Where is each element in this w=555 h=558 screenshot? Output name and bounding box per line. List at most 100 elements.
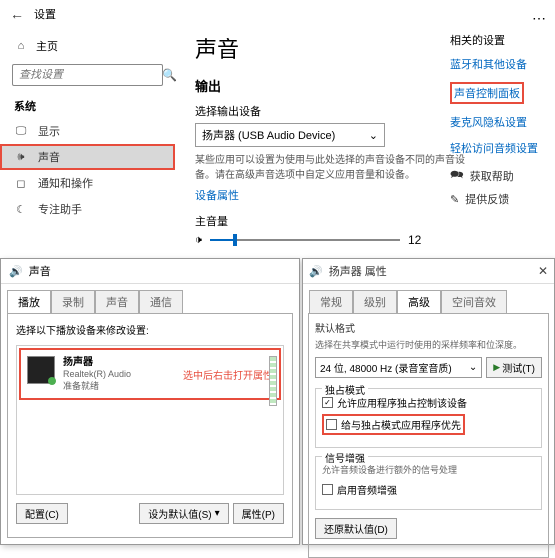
properties-button[interactable]: 属性(P) <box>233 503 284 524</box>
sound-icon: 🕪 <box>14 151 28 164</box>
home-label: 主页 <box>36 38 58 54</box>
device-driver: Realtek(R) Audio <box>63 369 131 381</box>
tab-playback[interactable]: 播放 <box>7 290 51 313</box>
tab-advanced[interactable]: 高级 <box>397 290 441 313</box>
playback-device-item[interactable]: 扬声器 Realtek(R) Audio 准备就绪 选中后右击打开属性 <box>19 348 281 400</box>
nav-notifications[interactable]: ◻ 通知和操作 <box>0 170 175 196</box>
sound-dialog-titlebar: 🔊 声音 <box>1 259 299 284</box>
search-box[interactable]: 🔍 <box>12 64 163 86</box>
exclusive-control-row[interactable]: 允许应用程序独占控制该设备 <box>322 395 535 410</box>
related-heading: 相关的设置 <box>450 32 545 48</box>
default-format-desc: 选择在共享模式中运行时使用的采样频率和位深度。 <box>315 338 542 351</box>
home-icon: ⌂ <box>14 40 28 52</box>
sidebar-home[interactable]: ⌂ 主页 <box>0 34 175 58</box>
tab-general[interactable]: 常规 <box>309 290 353 313</box>
annotation-note: 选中后右击打开属性 <box>183 367 273 382</box>
link-easy-access[interactable]: 轻松访问音频设置 <box>450 140 545 156</box>
tab-communications[interactable]: 通信 <box>139 290 183 313</box>
volume-value: 12 <box>408 233 421 247</box>
tab-sounds[interactable]: 声音 <box>95 290 139 313</box>
related-panel: 相关的设置 蓝牙和其他设备 声音控制面板 麦克风隐私设置 轻松访问音频设置 🗪 … <box>450 32 545 207</box>
sidebar: ⌂ 主页 🔍 系统 🖵 显示 🕪 声音 ◻ 通知和操作 ☾ 专注 <box>0 28 175 247</box>
get-help-label: 获取帮助 <box>470 168 514 184</box>
volume-heading: 主音量 <box>195 213 545 229</box>
restore-defaults-button[interactable]: 还原默认值(D) <box>315 518 397 539</box>
get-help-row[interactable]: 🗪 获取帮助 <box>450 166 545 185</box>
category-label: 系统 <box>0 94 175 118</box>
exclusive-control-label: 允许应用程序独占控制该设备 <box>337 395 467 410</box>
audio-enhance-label: 启用音频增强 <box>337 482 397 497</box>
sound-dialog: 🔊 声音 播放 录制 声音 通信 选择以下播放设备来修改设置: 扬声器 Real… <box>0 258 300 545</box>
exclusive-mode-group: 独占模式 允许应用程序独占控制该设备 给与独占模式应用程序优先 <box>315 388 542 448</box>
nav-focus-label: 专注助手 <box>38 201 82 217</box>
properties-icon: 🔊 <box>309 265 323 278</box>
display-icon: 🖵 <box>14 125 28 138</box>
link-mic-privacy[interactable]: 麦克风隐私设置 <box>450 114 545 130</box>
format-select[interactable]: 24 位, 48000 Hz (录音室音质) ⌄ <box>315 357 482 378</box>
tab-levels[interactable]: 级别 <box>353 290 397 313</box>
nav-sound-label: 声音 <box>38 149 60 165</box>
playback-device-list: 扬声器 Realtek(R) Audio 准备就绪 选中后右击打开属性 <box>16 345 284 495</box>
playback-instruction: 选择以下播放设备来修改设置: <box>16 322 284 337</box>
device-status: 准备就绪 <box>63 381 131 393</box>
notifications-icon: ◻ <box>14 177 28 190</box>
format-value: 24 位, 48000 Hz (录音室音质) <box>320 360 452 375</box>
play-icon: ▶ <box>493 362 500 373</box>
checkbox-exclusive-control[interactable] <box>322 397 333 408</box>
tab-spatial[interactable]: 空间音效 <box>441 290 507 313</box>
more-icon[interactable]: ⋯ <box>532 10 547 27</box>
configure-button[interactable]: 配置(C) <box>16 503 68 524</box>
volume-row: 🕩 12 <box>195 233 545 247</box>
sound-dialog-title: 声音 <box>29 263 291 279</box>
close-button[interactable]: ✕ <box>538 264 548 278</box>
chevron-down-icon: ⌄ <box>369 129 378 142</box>
sound-dialog-icon: 🔊 <box>9 265 23 278</box>
test-button[interactable]: ▶ 测试(T) <box>486 357 542 378</box>
focus-icon: ☾ <box>14 203 28 216</box>
nav-focus[interactable]: ☾ 专注助手 <box>0 196 175 222</box>
volume-thumb[interactable] <box>233 234 237 246</box>
header-title: 设置 <box>34 6 56 22</box>
set-default-button[interactable]: 设为默认值(S)▾ <box>139 503 228 524</box>
speaker-device-icon <box>27 356 55 384</box>
settings-window: ← 设置 ⋯ ⌂ 主页 🔍 系统 🖵 显示 🕪 声音 ◻ <box>0 0 555 258</box>
feedback-label: 提供反馈 <box>465 191 509 207</box>
output-description: 某些应用可以设置为使用与此处选择的声音设备不同的声音设备。请在高级声音选项中自定… <box>195 153 475 183</box>
feedback-icon: ✎ <box>450 193 459 206</box>
main-area: 声音 输出 选择输出设备 扬声器 (USB Audio Device) ⌄ 某些… <box>175 28 555 247</box>
sound-dialog-body: 选择以下播放设备来修改设置: 扬声器 Realtek(R) Audio 准备就绪… <box>7 313 293 538</box>
exclusive-priority-row[interactable]: 给与独占模式应用程序优先 <box>322 414 465 435</box>
properties-dialog: 🔊 扬声器 属性 ✕ 常规 级别 高级 空间音效 默认格式 选择在共享模式中运行… <box>302 258 555 545</box>
level-meter <box>269 356 277 406</box>
search-input[interactable] <box>19 69 162 81</box>
output-device-value: 扬声器 (USB Audio Device) <box>202 127 335 143</box>
default-format-label: 默认格式 <box>315 320 542 335</box>
checkbox-exclusive-priority[interactable] <box>326 419 337 430</box>
speaker-icon[interactable]: 🕩 <box>195 234 202 247</box>
nav-sound[interactable]: 🕪 声音 <box>0 144 175 170</box>
exclusive-mode-heading: 独占模式 <box>322 382 368 397</box>
properties-title: 扬声器 属性 <box>329 263 532 279</box>
output-device-select[interactable]: 扬声器 (USB Audio Device) ⌄ <box>195 123 385 147</box>
link-sound-control-panel[interactable]: 声音控制面板 <box>450 82 524 104</box>
chevron-down-icon: ⌄ <box>469 362 477 373</box>
sound-dialog-tabs: 播放 录制 声音 通信 <box>1 284 299 313</box>
properties-tabs: 常规 级别 高级 空间音效 <box>303 284 554 313</box>
nav-display[interactable]: 🖵 显示 <box>0 118 175 144</box>
feedback-row[interactable]: ✎ 提供反馈 <box>450 191 545 207</box>
properties-titlebar: 🔊 扬声器 属性 ✕ <box>303 259 554 284</box>
back-arrow-icon[interactable]: ← <box>10 6 24 22</box>
settings-header: ← 设置 ⋯ <box>0 0 555 28</box>
help-icon: 🗪 <box>450 166 464 185</box>
exclusive-priority-label: 给与独占模式应用程序优先 <box>341 417 461 432</box>
signal-enhance-group: 信号增强 允许音频设备进行额外的信号处理 启用音频增强 <box>315 456 542 510</box>
properties-body: 默认格式 选择在共享模式中运行时使用的采样频率和位深度。 24 位, 48000… <box>308 313 549 558</box>
link-bluetooth[interactable]: 蓝牙和其他设备 <box>450 56 545 72</box>
checkbox-audio-enhance[interactable] <box>322 484 333 495</box>
signal-enhance-heading: 信号增强 <box>322 450 368 465</box>
tab-recording[interactable]: 录制 <box>51 290 95 313</box>
volume-slider[interactable] <box>210 239 400 241</box>
device-name: 扬声器 <box>63 356 131 369</box>
nav-notifications-label: 通知和操作 <box>38 175 93 191</box>
audio-enhance-row[interactable]: 启用音频增强 <box>322 482 535 497</box>
